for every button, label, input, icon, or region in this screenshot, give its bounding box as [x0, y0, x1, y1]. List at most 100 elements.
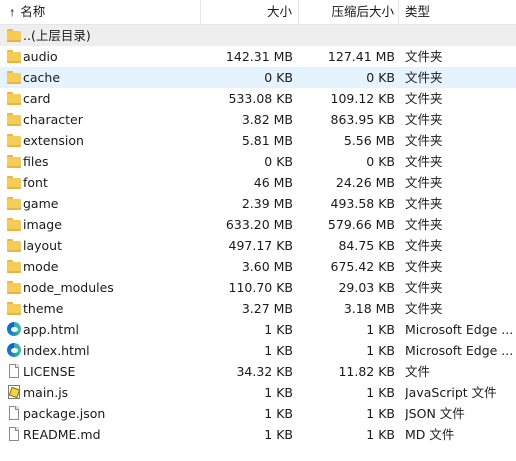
- file-name-cell: main.js: [4, 382, 199, 403]
- file-compressed-size: 1 KB: [366, 427, 395, 442]
- file-row[interactable]: mode 3.60 MB 675.42 KB 文件夹: [0, 256, 516, 277]
- file-name: ..(上层目录): [23, 28, 91, 43]
- file-row[interactable]: index.html 1 KB 1 KB Microsoft Edge ...: [0, 340, 516, 361]
- column-header-name[interactable]: 🠕 名称: [0, 0, 201, 24]
- column-header-type[interactable]: 类型: [399, 0, 516, 24]
- file-size: 0 KB: [264, 70, 293, 85]
- file-list: ..(上层目录) audio 142.31 MB 127.41 MB 文件夹 cache 0…: [0, 25, 516, 445]
- file-size: 1 KB: [264, 406, 293, 421]
- file-name-cell: cache: [4, 67, 199, 88]
- folder-icon: [6, 174, 22, 190]
- file-row[interactable]: extension 5.81 MB 5.56 MB 文件夹: [0, 130, 516, 151]
- file-row[interactable]: cache 0 KB 0 KB 文件夹: [0, 67, 516, 88]
- file-row[interactable]: character 3.82 MB 863.95 KB 文件夹: [0, 109, 516, 130]
- file-name-cell: node_modules: [4, 277, 199, 298]
- file-size: 3.82 MB: [241, 112, 293, 127]
- folder-icon: [6, 48, 22, 64]
- file-name: app.html: [23, 322, 79, 337]
- folder-icon: [6, 300, 22, 316]
- file-type: 文件夹: [405, 49, 443, 64]
- file-type: 文件夹: [405, 112, 443, 127]
- file-compressed-size: 1 KB: [366, 406, 395, 421]
- file-type: JavaScript 文件: [405, 385, 497, 400]
- file-compressed-size: 24.26 MB: [335, 175, 395, 190]
- parent-directory-row[interactable]: ..(上层目录): [0, 25, 516, 46]
- file-size: 1 KB: [264, 385, 293, 400]
- folder-icon: [6, 237, 22, 253]
- file-type: 文件夹: [405, 133, 443, 148]
- file-row[interactable]: main.js 1 KB 1 KB JavaScript 文件: [0, 382, 516, 403]
- file-type: 文件夹: [405, 196, 443, 211]
- file-name: node_modules: [23, 280, 114, 295]
- file-type: 文件夹: [405, 217, 443, 232]
- column-header-compressed-size[interactable]: 压缩后大小: [299, 0, 399, 24]
- file-type: [405, 25, 516, 46]
- file-name: cache: [23, 70, 61, 85]
- folder-icon: [6, 111, 22, 127]
- folder-icon: [6, 27, 22, 43]
- file-row[interactable]: audio 142.31 MB 127.41 MB 文件夹: [0, 46, 516, 67]
- file-type: MD 文件: [405, 427, 455, 442]
- file-compressed-size: [299, 25, 395, 46]
- file-name: main.js: [23, 385, 69, 400]
- folder-icon: [6, 216, 22, 232]
- file-row[interactable]: node_modules 110.70 KB 29.03 KB 文件夹: [0, 277, 516, 298]
- file-name: character: [23, 112, 83, 127]
- file-icon: [6, 405, 22, 421]
- edge-icon: [6, 342, 22, 358]
- file-name-cell: extension: [4, 130, 199, 151]
- file-name: card: [23, 91, 51, 106]
- folder-icon: [6, 69, 22, 85]
- file-row[interactable]: image 633.20 MB 579.66 MB 文件夹: [0, 214, 516, 235]
- file-compressed-size: 127.41 MB: [327, 49, 395, 64]
- file-name: README.md: [23, 427, 101, 442]
- file-name: audio: [23, 49, 58, 64]
- column-header-size[interactable]: 大小: [201, 0, 299, 24]
- file-type: 文件: [405, 364, 431, 379]
- file-row[interactable]: README.md 1 KB 1 KB MD 文件: [0, 424, 516, 445]
- file-size: 633.20 MB: [225, 217, 293, 232]
- file-name: LICENSE: [23, 364, 76, 379]
- file-name: game: [23, 196, 59, 211]
- file-name-cell: layout: [4, 235, 199, 256]
- file-type: 文件夹: [405, 259, 443, 274]
- file-type: 文件夹: [405, 154, 443, 169]
- file-row[interactable]: files 0 KB 0 KB 文件夹: [0, 151, 516, 172]
- file-row[interactable]: card 533.08 KB 109.12 KB 文件夹: [0, 88, 516, 109]
- file-compressed-size: 675.42 KB: [330, 259, 395, 274]
- file-type: Microsoft Edge ...: [405, 322, 514, 337]
- file-name-cell: app.html: [4, 319, 199, 340]
- file-name-cell: font: [4, 172, 199, 193]
- file-row[interactable]: font 46 MB 24.26 MB 文件夹: [0, 172, 516, 193]
- file-row[interactable]: LICENSE 34.32 KB 11.82 KB 文件: [0, 361, 516, 382]
- file-name: files: [23, 154, 49, 169]
- file-size: 5.81 MB: [241, 133, 293, 148]
- file-name-cell: index.html: [4, 340, 199, 361]
- file-row[interactable]: package.json 1 KB 1 KB JSON 文件: [0, 403, 516, 424]
- file-size: 34.32 KB: [236, 364, 293, 379]
- file-size: 1 KB: [264, 322, 293, 337]
- file-compressed-size: 11.82 KB: [338, 364, 395, 379]
- file-row[interactable]: theme 3.27 MB 3.18 MB 文件夹: [0, 298, 516, 319]
- file-size: 3.60 MB: [241, 259, 293, 274]
- file-name-cell: ..(上层目录): [4, 25, 199, 46]
- file-row[interactable]: game 2.39 MB 493.58 KB 文件夹: [0, 193, 516, 214]
- file-compressed-size: 579.66 MB: [327, 217, 395, 232]
- file-type: 文件夹: [405, 175, 443, 190]
- column-header-compressed-label: 压缩后大小: [331, 4, 394, 19]
- file-size: 3.27 MB: [241, 301, 293, 316]
- file-name-cell: package.json: [4, 403, 199, 424]
- file-row[interactable]: app.html 1 KB 1 KB Microsoft Edge ...: [0, 319, 516, 340]
- file-size: 1 KB: [264, 427, 293, 442]
- file-name-cell: game: [4, 193, 199, 214]
- file-row[interactable]: layout 497.17 KB 84.75 KB 文件夹: [0, 235, 516, 256]
- file-type: 文件夹: [405, 238, 443, 253]
- file-compressed-size: 0 KB: [366, 154, 395, 169]
- file-name-cell: LICENSE: [4, 361, 199, 382]
- file-type: JSON 文件: [405, 406, 465, 421]
- file-name-cell: card: [4, 88, 199, 109]
- file-name: font: [23, 175, 48, 190]
- file-compressed-size: 109.12 KB: [330, 91, 395, 106]
- file-icon: [6, 426, 22, 442]
- file-compressed-size: 863.95 KB: [330, 112, 395, 127]
